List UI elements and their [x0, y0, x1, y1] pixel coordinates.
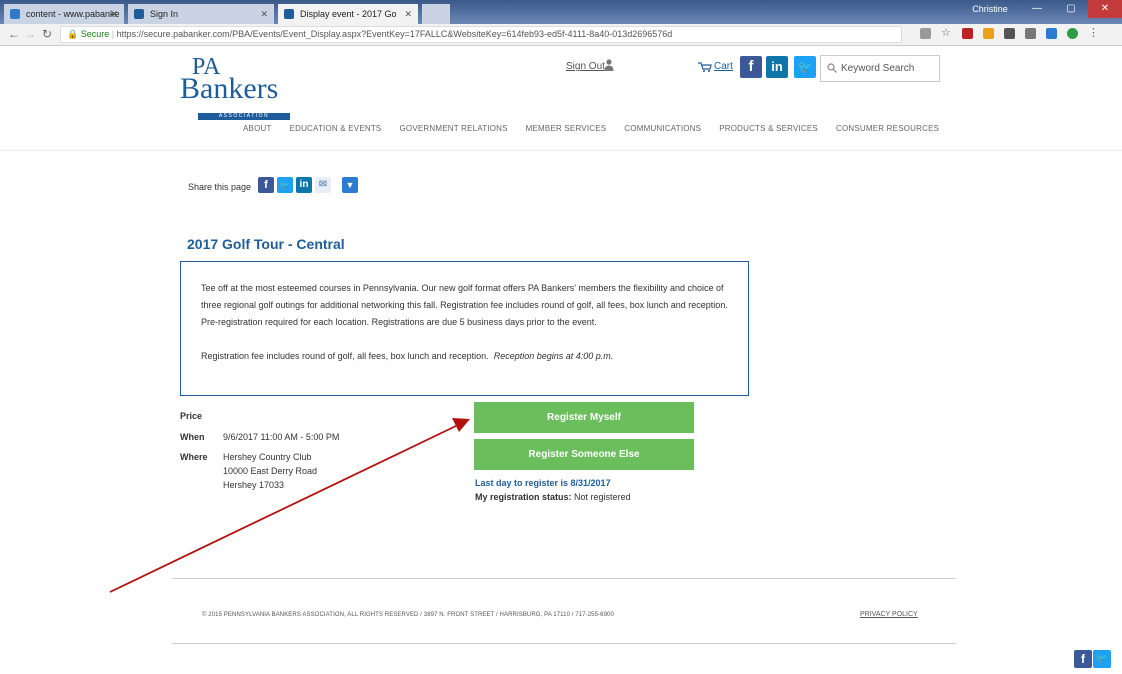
nav-item-about[interactable]: ABOUT: [243, 124, 272, 133]
menu-icon[interactable]: ⋮: [1088, 28, 1099, 39]
register-myself-button[interactable]: Register Myself: [474, 402, 694, 433]
url-text: https://secure.pabanker.com/PBA/Events/E…: [116, 29, 673, 39]
footer-top-divider: [172, 578, 956, 579]
footer-facebook-icon[interactable]: f: [1074, 650, 1092, 668]
cart-icon[interactable]: [698, 62, 712, 72]
register-someone-else-button[interactable]: Register Someone Else: [474, 439, 694, 470]
browser-tab-display-event[interactable]: Display event - 2017 Go ✕: [278, 4, 418, 24]
when-value: 9/6/2017 11:00 AM - 5:00 PM: [223, 432, 340, 442]
close-tab-icon[interactable]: ✕: [260, 9, 268, 20]
privacy-policy-link[interactable]: PRIVACY POLICY: [860, 611, 918, 618]
header-divider: [0, 150, 1122, 151]
search-placeholder: Keyword Search: [841, 63, 915, 74]
where-value: Hershey Country Club 10000 East Derry Ro…: [223, 450, 317, 492]
new-tab-button[interactable]: [422, 4, 450, 24]
facebook-icon[interactable]: f: [740, 56, 762, 78]
window-controls: Christine — ▢ ✕: [960, 0, 1122, 18]
share-label: Share this page: [188, 182, 252, 192]
logo-association: ASSOCIATION: [198, 113, 290, 120]
browser-tab-bar: content - www.pabanke ✕ Sign In ✕ Displa…: [0, 0, 1122, 24]
share-email-icon[interactable]: ✉: [315, 177, 331, 193]
nav-item-products-services[interactable]: PRODUCTS & SERVICES: [719, 124, 818, 133]
price-label: Price: [180, 411, 203, 421]
share-facebook-icon[interactable]: f: [258, 177, 274, 193]
check-extension-icon[interactable]: [1067, 28, 1078, 39]
pin-extension-icon[interactable]: [1004, 28, 1015, 39]
logo-bankers: Bankers: [180, 72, 279, 105]
venue-street: 10000 East Derry Road: [223, 466, 318, 476]
browser-toolbar: ← → ↻ 🔒 Secure | https://secure.pabanker…: [0, 24, 1122, 46]
tab-label: content - www.pabanke: [26, 9, 120, 19]
last-day-to-register: Last day to register is 8/31/2017: [475, 478, 611, 488]
event-description: Tee off at the most esteemed courses in …: [201, 283, 728, 327]
event-fee-note-line: Registration fee includes round of golf,…: [201, 348, 730, 365]
maximize-icon[interactable]: ▢: [1054, 0, 1088, 18]
site-favicon-icon: [134, 9, 144, 19]
pdf-extension-icon[interactable]: [962, 28, 973, 39]
office-extension-icon[interactable]: [983, 28, 994, 39]
sign-out-link[interactable]: Sign Out: [566, 61, 605, 72]
square-extension-icon[interactable]: [1025, 28, 1036, 39]
pa-bankers-logo[interactable]: PA Bankers ASSOCIATION: [180, 54, 290, 120]
tab-label: Sign In: [150, 9, 179, 19]
when-label: When: [180, 432, 205, 442]
cast-extension-icon[interactable]: [1046, 28, 1057, 39]
nav-item-consumer-resources[interactable]: CONSUMER RESOURCES: [836, 124, 939, 133]
nav-item-government-relations[interactable]: GOVERNMENT RELATIONS: [399, 124, 507, 133]
linkedin-icon[interactable]: in: [766, 56, 788, 78]
search-icon: [827, 63, 837, 73]
footer-bottom-divider: [172, 643, 956, 644]
bookmark-star-icon[interactable]: ☆: [941, 28, 952, 39]
tab-label: Display event - 2017 Go: [300, 9, 397, 19]
nav-item-education-events[interactable]: EDUCATION & EVENTS: [290, 124, 382, 133]
event-description-box: Tee off at the most esteemed courses in …: [180, 261, 749, 396]
close-tab-icon[interactable]: ✕: [404, 9, 412, 20]
footer-twitter-icon[interactable]: 🐦: [1093, 650, 1111, 668]
share-twitter-icon[interactable]: 🐦: [277, 177, 293, 193]
secure-label: Secure: [80, 29, 110, 39]
annotation-arrowhead: [452, 418, 470, 432]
profile-name[interactable]: Christine: [960, 0, 1020, 18]
close-window-icon[interactable]: ✕: [1088, 0, 1122, 18]
venue-name: Hershey Country Club: [223, 452, 312, 462]
address-bar[interactable]: 🔒 Secure | https://secure.pabanker.com/P…: [60, 26, 902, 43]
site-favicon-icon: [284, 9, 294, 19]
registration-status-label: My registration status:: [475, 492, 572, 502]
forward-icon[interactable]: →: [24, 27, 36, 41]
page-title: 2017 Golf Tour - Central: [187, 236, 345, 252]
reception-note: Reception begins at 4:00 p.m.: [493, 351, 614, 361]
browser-tab-content[interactable]: content - www.pabanke ✕: [4, 4, 124, 24]
lock-icon: 🔒: [67, 29, 81, 39]
registration-status-value: Not registered: [574, 492, 631, 502]
event-fee-note: Registration fee includes round of golf,…: [201, 351, 489, 361]
where-label: Where: [180, 452, 208, 462]
registration-status: My registration status: Not registered: [475, 492, 631, 502]
close-tab-icon[interactable]: ✕: [110, 9, 118, 20]
venue-city: Hershey 17033: [223, 480, 285, 490]
copyright-text: © 2015 PENNSYLVANIA BANKERS ASSOCIATION,…: [202, 612, 614, 618]
share-more-icon[interactable]: ▼: [342, 177, 358, 193]
main-navigation: ABOUT EDUCATION & EVENTS GOVERNMENT RELA…: [243, 124, 939, 133]
reload-icon[interactable]: ↻: [42, 27, 52, 41]
person-icon[interactable]: [604, 59, 614, 71]
back-icon[interactable]: ←: [8, 27, 20, 41]
cart-link[interactable]: Cart: [714, 61, 733, 72]
site-favicon-icon: [10, 9, 20, 19]
extension-icons: ☆ ⋮: [920, 28, 1099, 42]
nav-item-communications[interactable]: COMMUNICATIONS: [624, 124, 701, 133]
browser-tab-sign-in[interactable]: Sign In ✕: [128, 4, 274, 24]
twitter-icon[interactable]: 🐦: [794, 56, 816, 78]
share-linkedin-icon[interactable]: in: [296, 177, 312, 193]
filter-extension-icon[interactable]: [920, 28, 931, 39]
keyword-search-input[interactable]: Keyword Search: [820, 55, 940, 82]
nav-item-member-services[interactable]: MEMBER SERVICES: [526, 124, 607, 133]
minimize-icon[interactable]: —: [1020, 0, 1054, 18]
